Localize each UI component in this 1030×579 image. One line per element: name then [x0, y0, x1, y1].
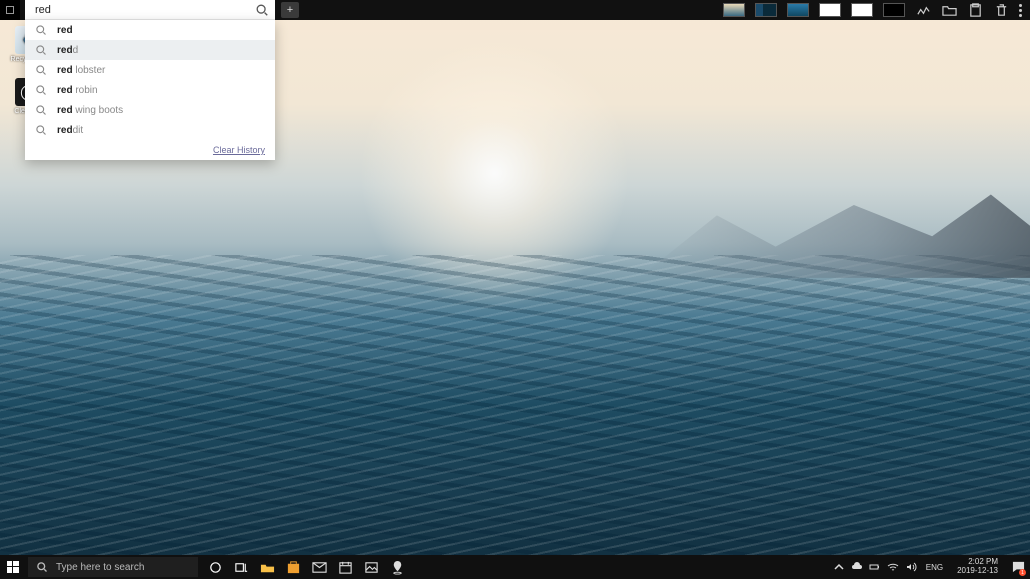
- scene-thumbnail[interactable]: [755, 3, 777, 17]
- notification-badge: 1: [1019, 569, 1026, 576]
- taskbar-search-placeholder: Type here to search: [56, 562, 144, 573]
- tray-date: 2019-12-13: [957, 567, 998, 576]
- search-icon[interactable]: [255, 3, 269, 17]
- taskbar-search[interactable]: Type here to search: [28, 557, 198, 577]
- tray-chevron-up-icon[interactable]: [832, 560, 846, 574]
- search-dropdown: red redd red lobster red robin red wing boot…: [25, 0, 275, 160]
- search-icon: [35, 84, 47, 96]
- search-suggestion[interactable]: reddit: [25, 120, 275, 140]
- search-icon: [35, 104, 47, 116]
- scene-thumbnail[interactable]: [883, 3, 905, 17]
- system-tray: ENG 2:02 PM 2019-12-13 1: [832, 555, 1030, 579]
- search-box[interactable]: [25, 0, 275, 20]
- search-suggestion[interactable]: redd: [25, 40, 275, 60]
- trash-icon[interactable]: [993, 2, 1009, 18]
- cortana-button[interactable]: [202, 555, 228, 579]
- tray-wifi-icon[interactable]: [886, 560, 900, 574]
- suggestion-text: redd: [57, 45, 78, 56]
- taskbar-app-store[interactable]: [280, 555, 306, 579]
- taskbar-app-photos[interactable]: [358, 555, 384, 579]
- search-icon: [35, 64, 47, 76]
- taskbar-app-calendar[interactable]: [332, 555, 358, 579]
- tray-onedrive-icon[interactable]: [850, 560, 864, 574]
- search-icon: [35, 124, 47, 136]
- search-input[interactable]: [35, 4, 255, 16]
- chart-icon[interactable]: [915, 2, 931, 18]
- action-center-button[interactable]: 1: [1008, 555, 1028, 579]
- search-suggestion[interactable]: red wing boots: [25, 100, 275, 120]
- taskbar: Type here to search ENG 2:02 PM 2019-12-…: [0, 555, 1030, 579]
- start-button[interactable]: [0, 555, 26, 579]
- clear-history-row: Clear History: [25, 140, 275, 160]
- search-icon: [35, 24, 47, 36]
- suggestion-text: red lobster: [57, 65, 105, 76]
- app-menu-button[interactable]: [0, 0, 20, 20]
- clear-history-link[interactable]: Clear History: [213, 145, 265, 155]
- suggestion-text: red: [57, 25, 73, 36]
- tray-battery-icon[interactable]: [868, 560, 882, 574]
- add-tab-button[interactable]: +: [281, 2, 299, 18]
- search-suggestions: red redd red lobster red robin red wing boot…: [25, 20, 275, 160]
- search-suggestion[interactable]: red: [25, 20, 275, 40]
- folder-icon[interactable]: [941, 2, 957, 18]
- scene-thumbnail[interactable]: [819, 3, 841, 17]
- task-view-button[interactable]: [228, 555, 254, 579]
- suggestion-text: red robin: [57, 85, 98, 96]
- taskbar-app-maps[interactable]: [384, 555, 410, 579]
- taskbar-app-mail[interactable]: [306, 555, 332, 579]
- scene-thumbnail[interactable]: [723, 3, 745, 17]
- suggestion-text: reddit: [57, 125, 83, 136]
- tray-volume-icon[interactable]: [904, 560, 918, 574]
- taskbar-app-explorer[interactable]: [254, 555, 280, 579]
- search-suggestion[interactable]: red lobster: [25, 60, 275, 80]
- tray-clock[interactable]: 2:02 PM 2019-12-13: [951, 558, 1004, 576]
- tray-language[interactable]: ENG: [922, 563, 947, 572]
- more-menu-icon[interactable]: [1019, 4, 1022, 17]
- scene-thumbnail[interactable]: [787, 3, 809, 17]
- scene-thumbnail[interactable]: [851, 3, 873, 17]
- search-icon: [35, 44, 47, 56]
- clipboard-icon[interactable]: [967, 2, 983, 18]
- suggestion-text: red wing boots: [57, 105, 123, 116]
- search-suggestion[interactable]: red robin: [25, 80, 275, 100]
